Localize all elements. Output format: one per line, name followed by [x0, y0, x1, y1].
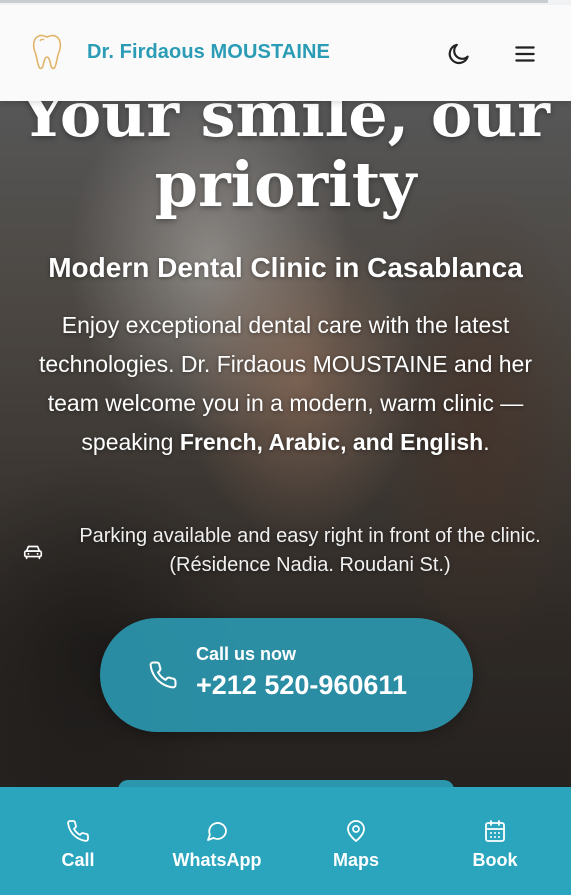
nav-whatsapp-label: WhatsApp: [172, 850, 262, 870]
calendar-icon: [483, 819, 507, 843]
tooth-icon[interactable]: [31, 31, 63, 71]
hero-subtitle: Modern Dental Clinic in Casablanca: [48, 252, 523, 283]
call-label: Call us now: [196, 644, 297, 664]
nav-call-label: Call: [61, 850, 95, 870]
nav-call[interactable]: Call: [13, 787, 143, 895]
site-header: Dr. Firdaous MOUSTAINE: [0, 3, 571, 101]
brand-name[interactable]: Dr. Firdaous MOUSTAINE: [87, 41, 330, 64]
nav-whatsapp[interactable]: WhatsApp: [152, 787, 282, 895]
nav-book[interactable]: Book: [430, 787, 560, 895]
hero-intro: Enjoy exceptional dental care with the l…: [30, 306, 541, 462]
phone-icon: [66, 819, 90, 843]
hamburger-menu-icon[interactable]: [512, 41, 538, 67]
map-pin-icon: [344, 819, 368, 843]
nav-maps[interactable]: Maps: [291, 787, 421, 895]
moon-icon[interactable]: [446, 41, 472, 67]
nav-book-label: Book: [472, 850, 518, 870]
browser-top-strip: [0, 0, 571, 5]
car-icon: [22, 541, 44, 563]
call-number: +212 520-960611: [196, 670, 407, 700]
phone-icon: [148, 660, 178, 690]
intro-languages: French, Arabic, and English: [179, 429, 484, 455]
call-us-button[interactable]: Call us now +212 520-960611: [100, 618, 473, 732]
parking-info: Parking available and easy right in fron…: [79, 525, 541, 576]
hero-headline: Your smile, our priority: [21, 78, 550, 221]
bottom-nav: Call WhatsApp Maps Book: [0, 787, 571, 895]
chat-bubble-icon: [205, 819, 229, 843]
intro-end: .: [483, 429, 490, 455]
nav-maps-label: Maps: [332, 850, 379, 870]
